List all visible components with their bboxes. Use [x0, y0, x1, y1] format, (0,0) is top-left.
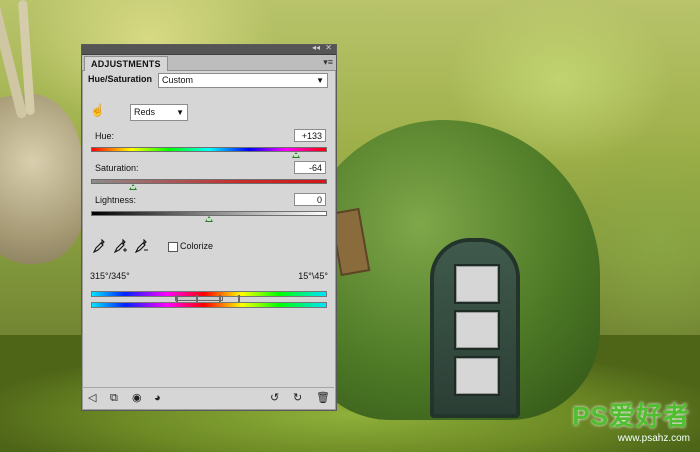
lightness-label: Lightness: — [95, 195, 137, 205]
hand-targeted-adjustment-icon[interactable]: ☝ — [90, 103, 106, 117]
watermark-brand: PS爱好者 — [572, 401, 690, 431]
chevron-down-icon: ▼ — [176, 108, 184, 117]
tab-adjustments[interactable]: ADJUSTMENTS — [84, 56, 168, 71]
output-color-spectrum — [91, 302, 327, 308]
eyedropper-minus-icon[interactable] — [134, 238, 149, 254]
saturation-slider-thumb[interactable] — [129, 184, 138, 190]
trash-icon[interactable]: 🗑 — [316, 392, 330, 404]
channel-value: Reds — [134, 107, 156, 117]
range-left-label: 315°/345° — [90, 271, 130, 281]
hobbit-door-image — [430, 238, 520, 418]
adjustments-panel: ◂◂ ✕ ADJUSTMENTS ▾≡ Hue/Saturation Custo… — [81, 43, 337, 411]
watermark-site: www.psahz.com — [617, 433, 690, 444]
colorize-checkbox[interactable] — [168, 242, 178, 252]
panel-footer: ◁ ⧉ ◉ ◕ ↺ ↻ 🗑 — [82, 387, 334, 410]
panel-tab-row: ADJUSTMENTS ▾≡ — [82, 55, 336, 71]
chevron-down-icon: ▼ — [316, 76, 324, 85]
preset-dropdown[interactable]: Custom ▼ — [158, 73, 328, 88]
double-arrow-icon[interactable]: ◂◂ — [312, 43, 320, 52]
color-range-band[interactable] — [175, 296, 223, 301]
colorize-label: Colorize — [180, 241, 214, 251]
expand-view-icon[interactable]: ⧉ — [110, 392, 118, 404]
door-panel — [454, 310, 500, 350]
range-right-handle[interactable] — [219, 295, 221, 302]
saturation-input[interactable]: -64 — [294, 161, 326, 174]
range-left-handle[interactable] — [196, 295, 198, 302]
door-panel — [454, 356, 500, 396]
eyedropper-plus-icon[interactable] — [113, 238, 128, 254]
clip-to-layer-icon[interactable]: ◉ — [132, 392, 142, 404]
reset-icon[interactable]: ↻ — [293, 392, 302, 404]
range-falloff-right-handle[interactable] — [238, 295, 240, 302]
hue-label: Hue: — [95, 131, 115, 141]
hue-slider-thumb[interactable] — [292, 152, 301, 158]
previous-state-icon[interactable]: ↺ — [270, 392, 279, 404]
saturation-label: Saturation: — [95, 163, 139, 173]
close-icon[interactable]: ✕ — [325, 43, 332, 52]
panel-menu-icon[interactable]: ▾≡ — [323, 57, 333, 68]
back-arrow-icon[interactable]: ◁ — [88, 392, 96, 404]
preset-value: Custom — [162, 75, 194, 85]
adjustment-type-title: Hue/Saturation — [88, 74, 153, 84]
hue-input[interactable]: +133 — [294, 129, 326, 142]
watermark-logo: PS爱好者 www.psahz.com — [572, 396, 690, 444]
range-falloff-left-handle[interactable] — [176, 295, 178, 302]
eye-visibility-icon[interactable]: ◕ — [154, 392, 161, 404]
eyedropper-icon[interactable] — [92, 238, 107, 254]
channel-dropdown[interactable]: Reds ▼ — [130, 104, 188, 121]
door-panel — [454, 264, 500, 304]
panel-titlebar[interactable]: ◂◂ ✕ — [82, 43, 336, 55]
lightness-input[interactable]: 0 — [294, 193, 326, 206]
range-right-label: 15°\45° — [298, 271, 328, 281]
lightness-slider-thumb[interactable] — [205, 216, 213, 222]
saturation-slider[interactable] — [91, 179, 327, 184]
